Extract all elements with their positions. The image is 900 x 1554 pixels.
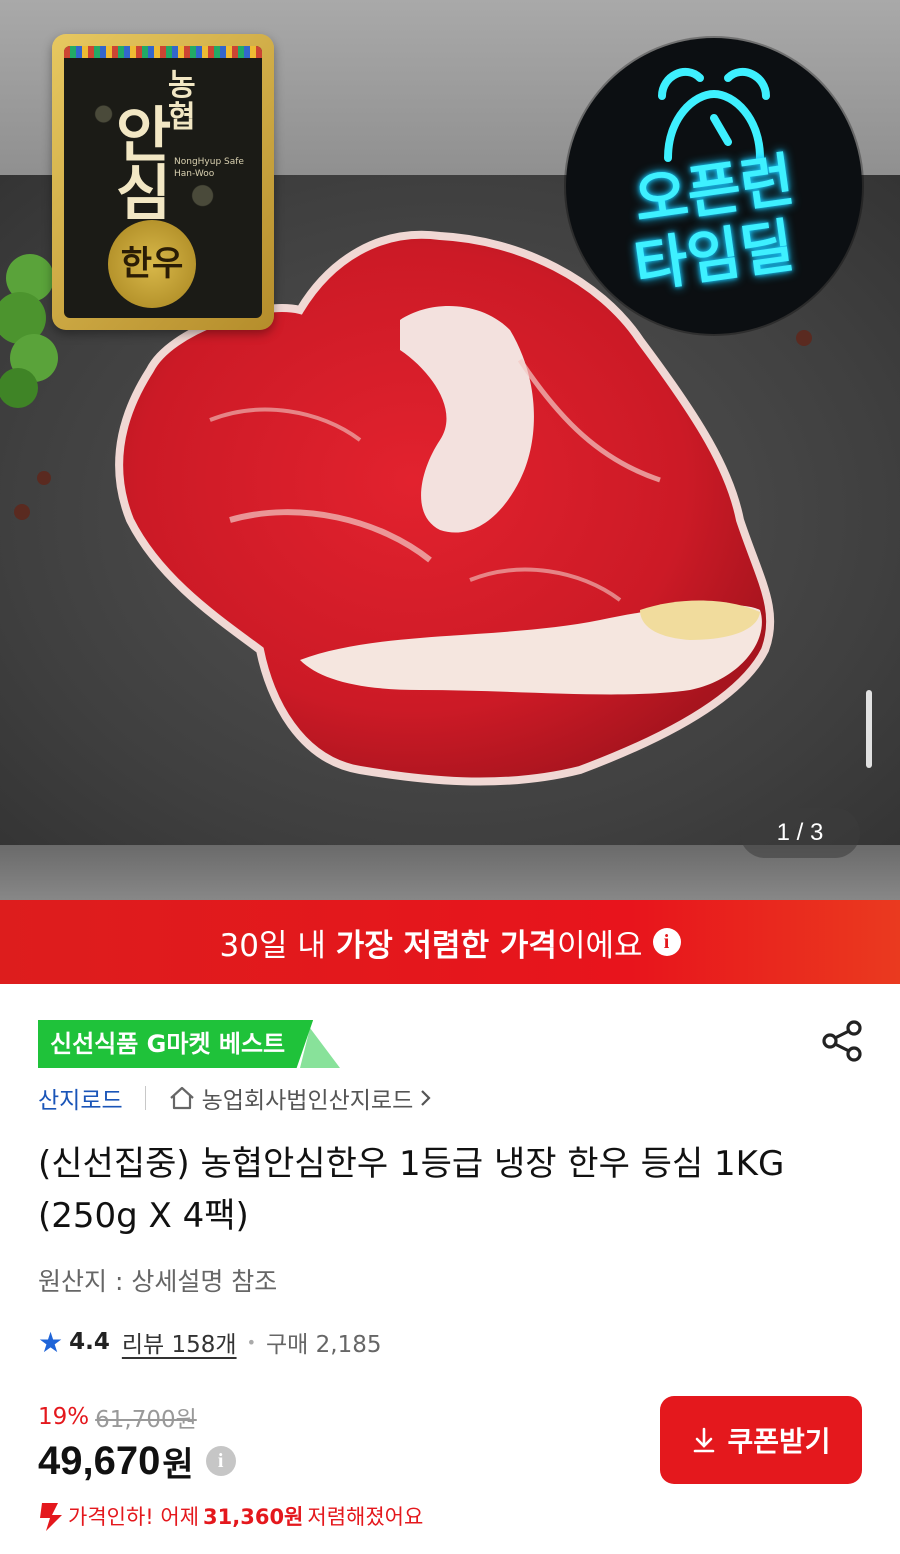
- price-down-arrow-icon: [40, 1503, 62, 1531]
- purchase-count: 구매 2,185: [266, 1332, 382, 1358]
- banner-prefix: 30일 내: [219, 927, 336, 964]
- reviews-link[interactable]: 리뷰 158개: [122, 1325, 237, 1359]
- rating-score: 4.4: [69, 1329, 110, 1355]
- price-info-icon[interactable]: i: [205, 1446, 236, 1476]
- original-price: 61,700원: [95, 1407, 197, 1433]
- banner-text: 30일 내 가장 저렴한 가격이에요: [220, 920, 643, 965]
- badge-char-sim: 심: [116, 159, 172, 229]
- seller-row: 산지로드 농업회사법인산지로드: [38, 1080, 433, 1116]
- store-link[interactable]: 농업회사법인산지로드: [168, 1081, 434, 1115]
- open-run-time-deal-badge: 오픈런 타임딜: [566, 38, 862, 334]
- drop-prefix: 가격인하! 어제: [68, 1505, 200, 1529]
- separator-dot: •: [246, 1332, 256, 1352]
- product-origin: 원산지 : 상세설명 참조: [38, 1267, 278, 1296]
- share-icon[interactable]: [818, 1016, 868, 1066]
- nonghyup-hanwoo-badge: 안 심 농협 NongHyup Safe Han-Woo 한우: [52, 34, 274, 330]
- product-title: (신선집중) 농협안심한우 1등급 냉장 한우 등심 1KG (250g X 4…: [38, 1144, 785, 1236]
- badge-char-an: 안: [116, 101, 172, 171]
- gallery-scroll-indicator: [866, 690, 872, 768]
- drop-suffix: 저렴해졌어요: [307, 1505, 424, 1529]
- get-coupon-button[interactable]: 쿠폰받기: [660, 1396, 862, 1484]
- discount-rate: 19%: [38, 1404, 90, 1430]
- price-drop-notice: 가격인하! 어제 31,360원 저렴해졌어요: [38, 1498, 423, 1534]
- banner-emphasis: 가장 저렴한 가격: [335, 927, 557, 964]
- drop-amount: 31,360원: [203, 1505, 304, 1529]
- rating-row: ★ 4.4 리뷰 158개 • 구매 2,185: [38, 1322, 381, 1362]
- seller-divider: [144, 1086, 146, 1110]
- banner-suffix: 이에요: [556, 927, 643, 964]
- sale-price: 49,670: [38, 1438, 161, 1483]
- store-link-label: 농업회사법인산지로드: [201, 1088, 414, 1114]
- chevron-right-icon: [421, 1090, 431, 1106]
- discount-row: 19% 61,700원: [38, 1400, 197, 1434]
- gallery-page-counter: 1 / 3: [740, 808, 860, 858]
- product-image-gallery[interactable]: 안 심 농협 NongHyup Safe Han-Woo 한우 오픈런 타임딜 …: [0, 0, 900, 900]
- badge-english: NongHyup Safe Han-Woo: [174, 157, 244, 179]
- home-icon: [169, 1086, 194, 1110]
- lowest-price-banner[interactable]: 30일 내 가장 저렴한 가격이에요 i: [0, 900, 900, 984]
- badge-hanwoo-circle: 한우: [108, 220, 196, 308]
- price-row: 49,670 원 i: [38, 1436, 236, 1486]
- coupon-label: 쿠폰받기: [727, 1425, 831, 1458]
- seller-name-link[interactable]: 산지로드: [38, 1081, 123, 1115]
- badge-nonghyup: 농협: [168, 68, 196, 135]
- download-icon: [694, 1427, 715, 1453]
- info-icon[interactable]: i: [652, 928, 681, 956]
- star-icon: ★: [38, 1325, 64, 1359]
- badge-stripe: [64, 46, 262, 58]
- price-currency: 원: [162, 1444, 194, 1485]
- best-seller-tag[interactable]: 신선식품 G마켓 베스트: [38, 1020, 314, 1068]
